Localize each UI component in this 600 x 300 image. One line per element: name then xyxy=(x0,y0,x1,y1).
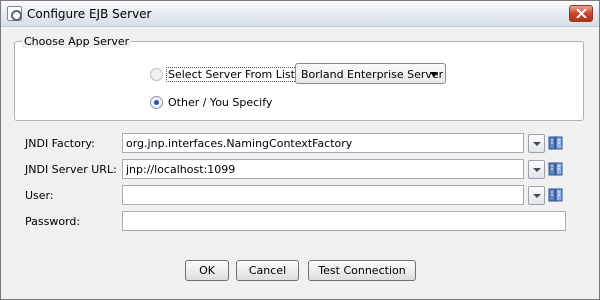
jndi-factory-label: JNDI Factory: xyxy=(25,137,95,150)
browse-book-icon[interactable] xyxy=(548,188,563,202)
password-label: Password: xyxy=(25,215,81,228)
jndi-factory-input[interactable] xyxy=(122,133,524,153)
jndi-server-url-history-button[interactable] xyxy=(528,160,545,179)
other-you-specify-label[interactable]: Other / You Specify xyxy=(168,96,272,109)
jndi-server-url-input[interactable] xyxy=(122,159,524,179)
cancel-button[interactable]: Cancel xyxy=(236,260,299,281)
choose-app-server-title: Choose App Server xyxy=(22,35,132,48)
configure-ejb-server-dialog: Configure EJB Server Choose App Server S… xyxy=(0,0,600,300)
server-list-selected: Borland Enterprise Server xyxy=(301,68,444,81)
jndi-server-url-label: JNDI Server URL: xyxy=(25,163,117,176)
server-list-dropdown[interactable]: Borland Enterprise Server xyxy=(295,63,446,84)
close-icon xyxy=(576,9,587,18)
window-title: Configure EJB Server xyxy=(27,7,152,21)
radio-selected-dot xyxy=(154,100,159,105)
user-input[interactable] xyxy=(122,185,524,205)
server-config-icon xyxy=(7,6,22,21)
close-button[interactable] xyxy=(569,5,593,22)
user-label: User: xyxy=(25,189,54,202)
other-you-specify-radio[interactable] xyxy=(150,96,163,109)
jndi-factory-history-button[interactable] xyxy=(528,134,545,153)
chevron-down-icon xyxy=(430,72,438,77)
select-server-from-list-label[interactable]: Select Server From List: xyxy=(166,67,301,82)
user-history-button[interactable] xyxy=(528,186,545,205)
browse-book-icon[interactable] xyxy=(548,162,563,176)
select-server-from-list-radio[interactable] xyxy=(150,68,163,81)
ok-button[interactable]: OK xyxy=(185,260,229,281)
title-bar: Configure EJB Server xyxy=(1,1,599,27)
password-input[interactable] xyxy=(122,211,566,231)
browse-book-icon[interactable] xyxy=(548,136,563,150)
test-connection-button[interactable]: Test Connection xyxy=(308,260,416,281)
